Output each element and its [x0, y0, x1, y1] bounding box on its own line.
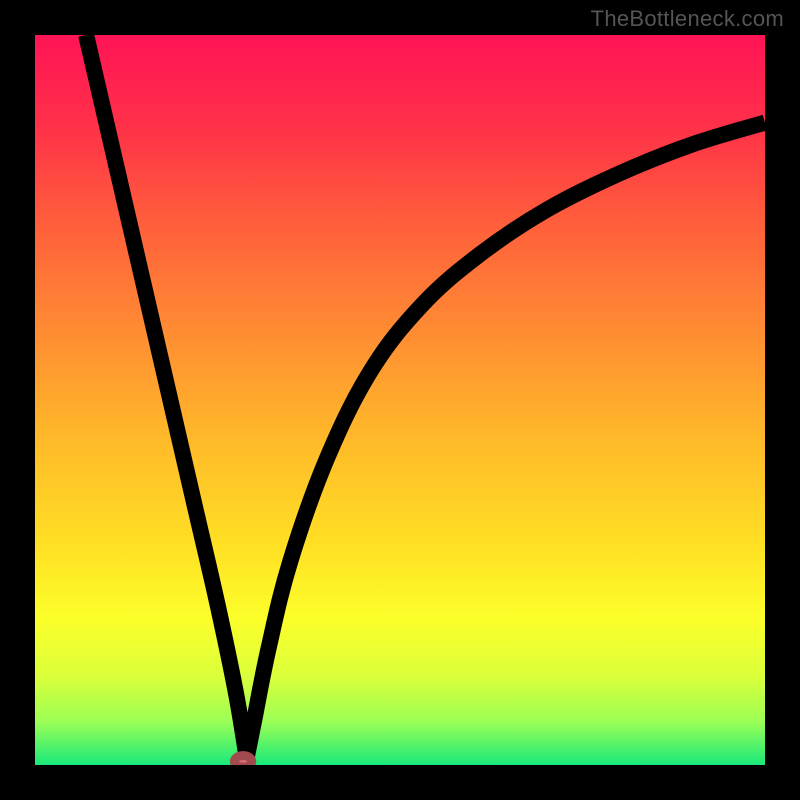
plot-area	[35, 35, 765, 765]
min-marker-icon	[234, 756, 252, 765]
curve-right-branch	[247, 123, 765, 758]
chart-frame: TheBottleneck.com	[0, 0, 800, 800]
bottleneck-curve	[35, 35, 765, 765]
watermark-text: TheBottleneck.com	[591, 6, 784, 32]
curve-left-branch	[86, 35, 247, 758]
